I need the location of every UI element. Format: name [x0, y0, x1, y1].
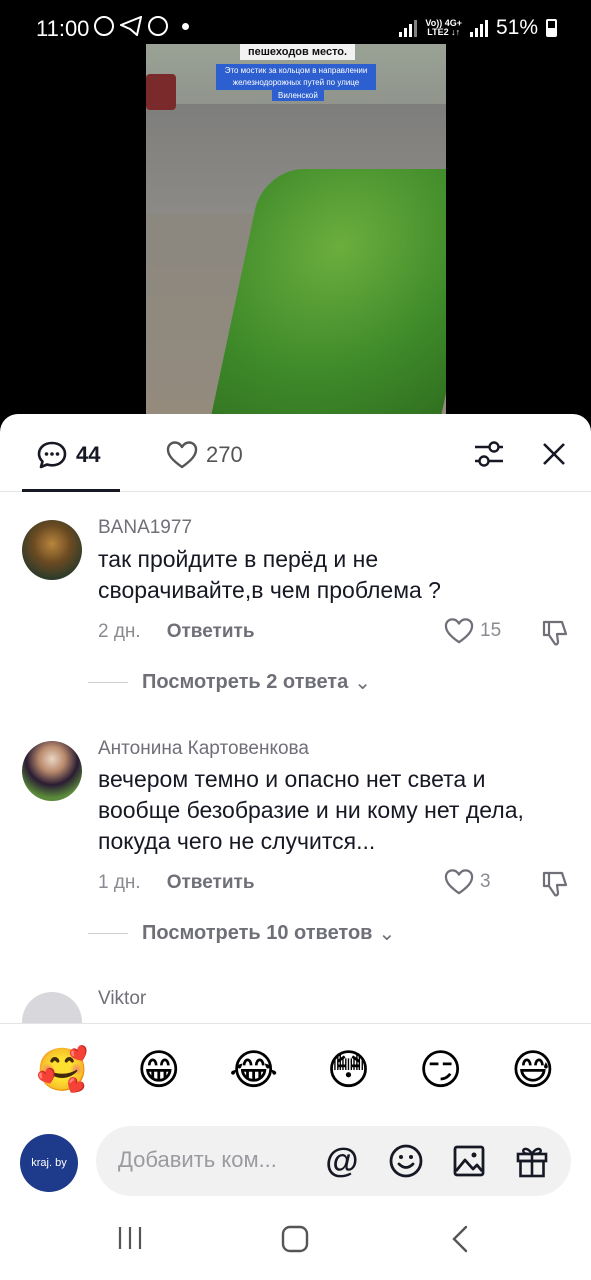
mention-at-icon[interactable]: @ — [324, 1143, 360, 1179]
avatar[interactable] — [22, 992, 82, 1023]
comment-text: вечером темно и опасно нет света и вообщ… — [98, 766, 524, 854]
emoji-quick-bar: 🥰 😁 😂 😳 😏 😅 — [0, 1046, 591, 1094]
close-icon[interactable] — [540, 440, 568, 468]
comment-meta: 1 дн. Ответить — [98, 872, 255, 894]
recent-apps-icon[interactable] — [116, 1224, 144, 1252]
comment-username[interactable]: BANA1977 — [98, 517, 192, 539]
replies-divider — [88, 933, 128, 934]
notification-icons — [94, 16, 189, 36]
viber-icon — [94, 16, 114, 36]
status-time: 11:00 — [36, 16, 90, 41]
heart-icon — [166, 441, 198, 469]
likes-count: 270 — [206, 442, 243, 467]
home-icon[interactable] — [280, 1224, 310, 1254]
emoji-grin[interactable]: 😁 — [137, 1046, 181, 1094]
heart-icon — [444, 618, 474, 644]
battery-icon — [546, 19, 557, 37]
replies-label: Посмотреть 10 ответов — [142, 922, 373, 944]
dislike-icon[interactable] — [540, 869, 570, 899]
chevron-down-icon: ⌄ — [378, 923, 396, 945]
comment-username[interactable]: Антонина Картовенкова — [98, 738, 309, 760]
tab-comments[interactable]: 44 — [22, 414, 120, 492]
battery-percent: 51% — [495, 16, 538, 39]
status-right: Vo)) 4G+ LTE2 ↓↑ 51% — [399, 16, 557, 40]
comment-bubble-icon — [37, 441, 67, 469]
reply-button[interactable]: Ответить — [167, 872, 255, 894]
emoji-tears-of-joy[interactable]: 😂 — [229, 1046, 278, 1094]
at-notification-icon — [148, 16, 168, 36]
comment-text: так пройдите в перёд и не сворачивайте,в… — [98, 546, 441, 603]
filter-sliders-icon[interactable] — [472, 438, 506, 470]
comment-like-button[interactable]: 3 — [444, 868, 491, 896]
telegram-icon — [120, 16, 142, 36]
video-player[interactable]: пешеходов место. Это мостик за кольцом в… — [146, 44, 446, 416]
video-caption-1: пешеходов место. — [240, 44, 356, 60]
reply-button[interactable]: Ответить — [167, 621, 255, 643]
comment-input-row: kraj. by @ — [20, 1124, 571, 1196]
video-caption-3: Виленской — [272, 90, 324, 101]
comment-like-count: 15 — [480, 620, 502, 641]
emoji-picker-icon[interactable] — [388, 1143, 424, 1179]
replies-label: Посмотреть 2 ответа — [142, 671, 349, 693]
heart-icon — [444, 869, 474, 895]
signal-icon — [399, 19, 418, 37]
comment-input-pill[interactable]: @ — [96, 1126, 571, 1196]
image-icon[interactable] — [451, 1143, 487, 1179]
avatar[interactable] — [22, 741, 82, 801]
comment-meta: 2 дн. Ответить — [98, 621, 255, 643]
comments-count: 44 — [76, 442, 101, 467]
emoji-smirk[interactable]: 😏 — [419, 1046, 463, 1094]
gift-icon[interactable] — [514, 1143, 550, 1179]
signal-icon-2 — [469, 19, 488, 37]
more-dot-icon — [182, 22, 189, 30]
comment-like-button[interactable]: 15 — [444, 617, 501, 645]
chevron-down-icon: ⌄ — [354, 672, 371, 694]
tab-likes[interactable]: 270 — [166, 440, 243, 470]
comment-input[interactable] — [118, 1140, 318, 1180]
network-type: Vo)) 4G+ LTE2 ↓↑ — [425, 18, 462, 37]
video-car — [146, 74, 176, 110]
emoji-flushed[interactable]: 😳 — [327, 1046, 371, 1094]
avatar[interactable] — [22, 520, 82, 580]
view-replies-button[interactable]: Посмотреть 10 ответов ⌄ — [88, 921, 395, 946]
composer-area: 🥰 😁 😂 😳 😏 😅 kraj. by @ — [0, 1023, 591, 1280]
video-caption-2: Это мостик за кольцом в направлении желе… — [216, 64, 376, 90]
emoji-sweat-smile[interactable]: 😅 — [511, 1046, 555, 1094]
dislike-icon[interactable] — [540, 618, 570, 648]
comment-like-count: 3 — [480, 871, 491, 892]
comment-time: 2 дн. — [98, 621, 141, 642]
my-avatar[interactable]: kraj. by — [20, 1134, 78, 1192]
emoji-smiling-hearts[interactable]: 🥰 — [36, 1046, 88, 1094]
back-icon[interactable] — [448, 1224, 472, 1254]
comment-time: 1 дн. — [98, 872, 141, 893]
replies-divider — [88, 682, 128, 683]
comment-username[interactable]: Viktor — [98, 988, 146, 1010]
view-replies-button[interactable]: Посмотреть 2 ответа ⌄ — [88, 670, 371, 695]
system-nav-bar — [0, 1204, 591, 1280]
comment-item: Viktor — [0, 986, 591, 1023]
comments-sheet: 44 270 BANA1977 так пройдите в перёд и н… — [0, 414, 591, 1280]
sheet-header: 44 270 — [0, 414, 591, 492]
